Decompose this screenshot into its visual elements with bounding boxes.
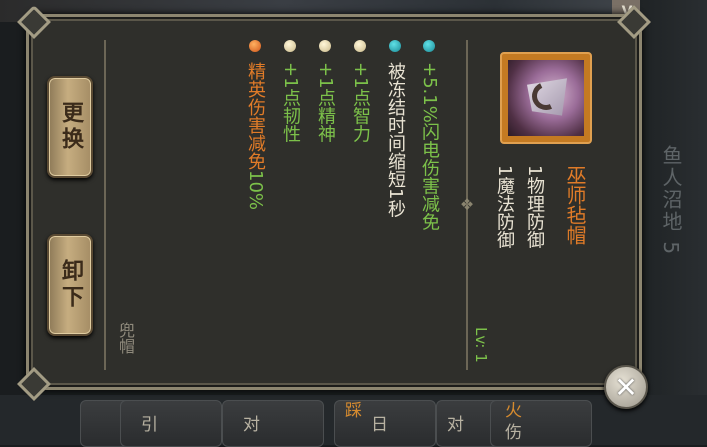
replace-button[interactable]: 更换 [47, 76, 93, 178]
attribute-line: +1点韧性 [280, 62, 301, 143]
attribute-line: +1点精神 [315, 62, 336, 143]
attribute-line: 精英伤害减免10% [245, 62, 266, 211]
close-icon: ✕ [614, 371, 638, 404]
item-physical-defense: 1物理防御 [524, 165, 545, 249]
attribute-gem-icon [249, 40, 261, 52]
unequip-button[interactable]: 卸下 [47, 234, 93, 336]
attribute-gem-icon [319, 40, 331, 52]
attribute-gem-icon [354, 40, 366, 52]
attribute-line: 被冻结时间缩短1秒 [385, 62, 406, 218]
wizard-hat-icon [508, 60, 584, 136]
close-button[interactable]: ✕ [604, 365, 648, 409]
item-icon-frame [500, 52, 592, 144]
background-card: 火 伤 [490, 400, 592, 447]
attribute-gem-icon [389, 40, 401, 52]
attribute-gem-icon [423, 40, 435, 52]
item-level: Lv: 1 [472, 327, 490, 363]
background-map-label: 鱼人沼地 5 [659, 145, 683, 257]
attribute-line: +1点智力 [350, 62, 371, 143]
background-card: 踩 日 [334, 400, 436, 447]
divider-ornament-icon: ❖ [459, 195, 475, 214]
item-slot-label: 兜帽 [116, 322, 135, 354]
attribute-line: +5.1%闪电伤害减免 [419, 62, 440, 231]
item-name: 巫师毡帽 [563, 165, 587, 245]
attribute-gem-icon [284, 40, 296, 52]
background-card: 对 [222, 400, 324, 447]
item-magic-defense: 1魔法防御 [494, 165, 515, 249]
background-card: 引 [120, 400, 222, 447]
panel-divider [104, 40, 106, 370]
